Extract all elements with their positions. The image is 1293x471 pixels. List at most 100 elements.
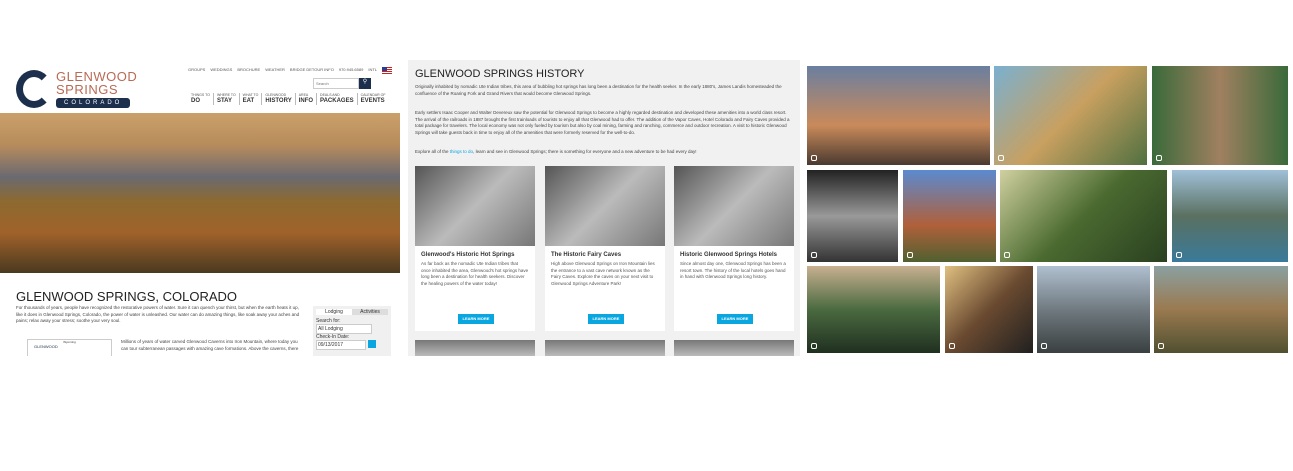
nav-things-to-do[interactable]: THINGS TO DO [188,93,213,105]
nav-history[interactable]: GLENWOOD HISTORY [261,93,294,105]
history-p2: Early settlers Isaac Cooper and Walter D… [415,110,790,135]
nav-main: EAT [242,98,255,104]
history-page-screenshot: GLENWOOD SPRINGS HISTORY Originally inha… [408,60,800,356]
util-weddings[interactable]: WEDDINGS [210,67,232,74]
card-image [415,166,535,246]
search-input[interactable] [313,78,359,89]
booking-widget: Lodging Activities Search for: All Lodgin… [313,306,391,356]
card-image [415,340,535,356]
instagram-icon [949,343,955,349]
logo-line2: SPRINGS [56,82,119,97]
gallery-photo[interactable] [945,266,1033,353]
history-title: GLENWOOD SPRINGS HISTORY [415,68,585,80]
search-icon: ⚲ [362,79,368,85]
instagram-icon [1004,252,1010,258]
instagram-icon [1041,343,1047,349]
nav-top: GLENWOOD [265,93,287,97]
card-title: Historic Glenwood Springs Hotels [680,252,778,258]
checkin-input[interactable]: 09/13/2017 [316,340,366,350]
logo-text[interactable]: GLENWOOD SPRINGS [56,70,137,96]
nav-deals[interactable]: DEALS AND PACKAGES [316,93,357,105]
history-p1: Originally inhabited by nomadic Ute Indi… [415,84,782,96]
util-bridge[interactable]: BRIDGE DETOUR INFO [290,67,334,74]
gallery-photo[interactable] [903,170,996,262]
card-title: The Historic Fairy Caves [551,252,622,258]
card-hotels: Historic Glenwood Springs Hotels Since al… [674,166,794,331]
util-phone[interactable]: 970.945.6589 [339,67,363,74]
instagram-icon [1176,252,1182,258]
nav-main: STAY [216,98,232,104]
instagram-icon [811,155,817,161]
map-image: Wyoming GLENWOOD [27,339,112,356]
search-button[interactable]: ⚲ [359,78,371,89]
nav-main: EVENTS [360,98,385,104]
learn-more-button[interactable]: LEARN MORE [458,314,494,324]
learn-more-button[interactable]: LEARN MORE [717,314,753,324]
util-brochure[interactable]: BROCHURE [237,67,260,74]
logo-badge: COLORADO [56,98,131,108]
instagram-icon [998,155,1004,161]
hero-image [0,113,400,273]
intro-text: For thousands of years, people have reco… [16,305,300,323]
tab-lodging[interactable]: Lodging [316,309,352,315]
util-groups[interactable]: GROUPS [188,67,205,74]
nav-main: INFO [298,98,314,104]
card-image [674,166,794,246]
gallery-photo[interactable] [1037,266,1150,353]
instagram-icon [811,252,817,258]
card-fairy-caves: The Historic Fairy Caves High above Glenw… [545,166,665,331]
nav-top: THINGS TO [191,93,210,97]
nav-main: HISTORY [265,98,292,104]
nav-main: PACKAGES [320,98,354,104]
logo-g-icon[interactable] [16,70,52,108]
card-hot-springs: Glenwood's Historic Hot Springs As far ba… [415,166,535,331]
card-title: Glenwood's Historic Hot Springs [421,252,515,258]
gallery-photo[interactable] [807,66,990,165]
main-nav: THINGS TO DO WHERE TO STAY WHAT TO EAT GLEN… [188,93,389,105]
gallery-photo[interactable] [807,266,940,353]
instagram-icon [907,252,913,258]
homepage-screenshot: GLENWOOD SPRINGS COLORADO GROUPS WEDDINGS… [0,60,400,356]
gallery-photo[interactable] [1152,66,1288,165]
nav-main: DO [191,98,200,104]
us-flag-icon[interactable] [382,67,392,74]
card-text: As far back as the nomadic Ute Indian tr… [421,261,529,286]
card-text: High above Glenwood Springs on Iron Moun… [551,261,655,286]
utility-nav: GROUPS WEDDINGS BROCHURE WEATHER BRIDGE … [188,67,392,74]
card-text: Since almost day one, Glenwood Springs h… [680,261,786,279]
gallery-photo[interactable] [1172,170,1288,262]
tab-activities[interactable]: Activities [352,309,388,315]
history-p3: Explore all of the things to do, learn a… [415,149,793,156]
gallery-photo[interactable] [807,170,898,262]
map-title: Wyoming [63,340,76,344]
util-weather[interactable]: WEATHER [265,67,285,74]
instagram-icon [1158,343,1164,349]
nav-area-info[interactable]: AREA INFO [294,93,316,105]
gallery-photo[interactable] [1000,170,1167,262]
util-intl[interactable]: INTL [368,67,377,74]
nav-top: WHERE TO [216,93,236,97]
instagram-icon [1156,155,1162,161]
calendar-icon[interactable] [368,340,376,348]
nav-what-to-eat[interactable]: WHAT TO EAT [238,93,262,105]
gallery-photo[interactable] [1154,266,1288,353]
lodging-select[interactable]: All Lodging [316,324,372,334]
card-image [674,340,794,356]
things-to-do-link[interactable]: things to do [450,149,473,154]
learn-more-button[interactable]: LEARN MORE [588,314,624,324]
nav-top: CALENDAR OF [360,93,386,97]
nav-top: DEALS AND [320,93,340,97]
map-label: GLENWOOD [34,344,58,349]
instagram-icon [811,343,817,349]
nav-top: WHAT TO [242,93,259,97]
nav-where-to-stay[interactable]: WHERE TO STAY [212,93,239,105]
body-text: Millions of years of water carved Glenwo… [121,339,299,351]
p3-text: , learn and see in Glenwood Springs; the… [473,149,697,154]
nav-events[interactable]: CALENDAR OF EVENTS [356,93,389,105]
card-image [545,340,665,356]
p3-text: Explore all of the [415,149,450,154]
card-image [545,166,665,246]
instagram-gallery [805,64,1293,356]
nav-top: AREA [298,93,309,97]
gallery-photo[interactable] [994,66,1147,165]
